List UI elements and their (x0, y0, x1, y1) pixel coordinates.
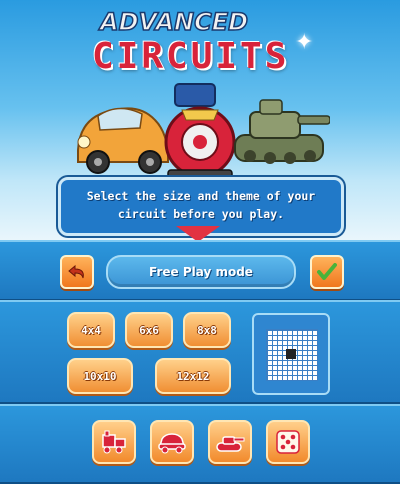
sparkle-icon: ✦ (295, 30, 314, 55)
tank-icon (216, 436, 245, 452)
instruction-line-1: Select the size and theme of your (86, 189, 316, 203)
size-8x8-button[interactable]: 8x8 (183, 312, 231, 348)
size-6x6-button[interactable]: 6x6 (125, 312, 173, 348)
theme-car-button[interactable] (150, 420, 194, 464)
instruction-line-2: circuit before you play. (117, 207, 285, 221)
theme-dice-button[interactable] (266, 420, 310, 464)
size-10x10-button[interactable]: 10x10 (67, 358, 133, 394)
checkmark-icon (317, 263, 337, 280)
size-12x12-button[interactable]: 12x12 (155, 358, 231, 394)
size-4x4-button[interactable]: 4x4 (67, 312, 115, 348)
theme-panel (0, 404, 400, 484)
vehicles-illustration (77, 83, 330, 183)
mode-label: Free Play mode (149, 265, 253, 279)
title-circuits: CIRCUITS (92, 36, 290, 77)
theme-train-button[interactable] (92, 420, 136, 464)
theme-tank-button[interactable] (208, 420, 252, 464)
dice-icon (276, 430, 300, 454)
confirm-button[interactable] (310, 255, 344, 289)
grid-preview (252, 313, 330, 395)
train-illustration (164, 83, 236, 183)
back-button[interactable] (60, 255, 94, 289)
car-icon (158, 433, 186, 454)
mode-panel: Free Play mode (0, 240, 400, 301)
title-advanced: ADVANCED (99, 7, 249, 37)
size-panel: 4x4 6x6 8x8 10x10 12x12 (0, 300, 400, 404)
car-illustration (77, 107, 169, 174)
mode-selector[interactable]: Free Play mode (106, 255, 296, 289)
grid-preview-center (286, 349, 296, 359)
bottom-screen: Free Play mode 4x4 6x6 8x8 10x10 12x12 (0, 240, 400, 484)
top-screen: ADVANCED CIRCUITS ✦ Select the size and … (0, 0, 400, 240)
tank-illustration (234, 99, 330, 164)
back-arrow-icon (68, 264, 84, 279)
banner-pointer (176, 226, 220, 240)
train-icon (102, 430, 126, 454)
